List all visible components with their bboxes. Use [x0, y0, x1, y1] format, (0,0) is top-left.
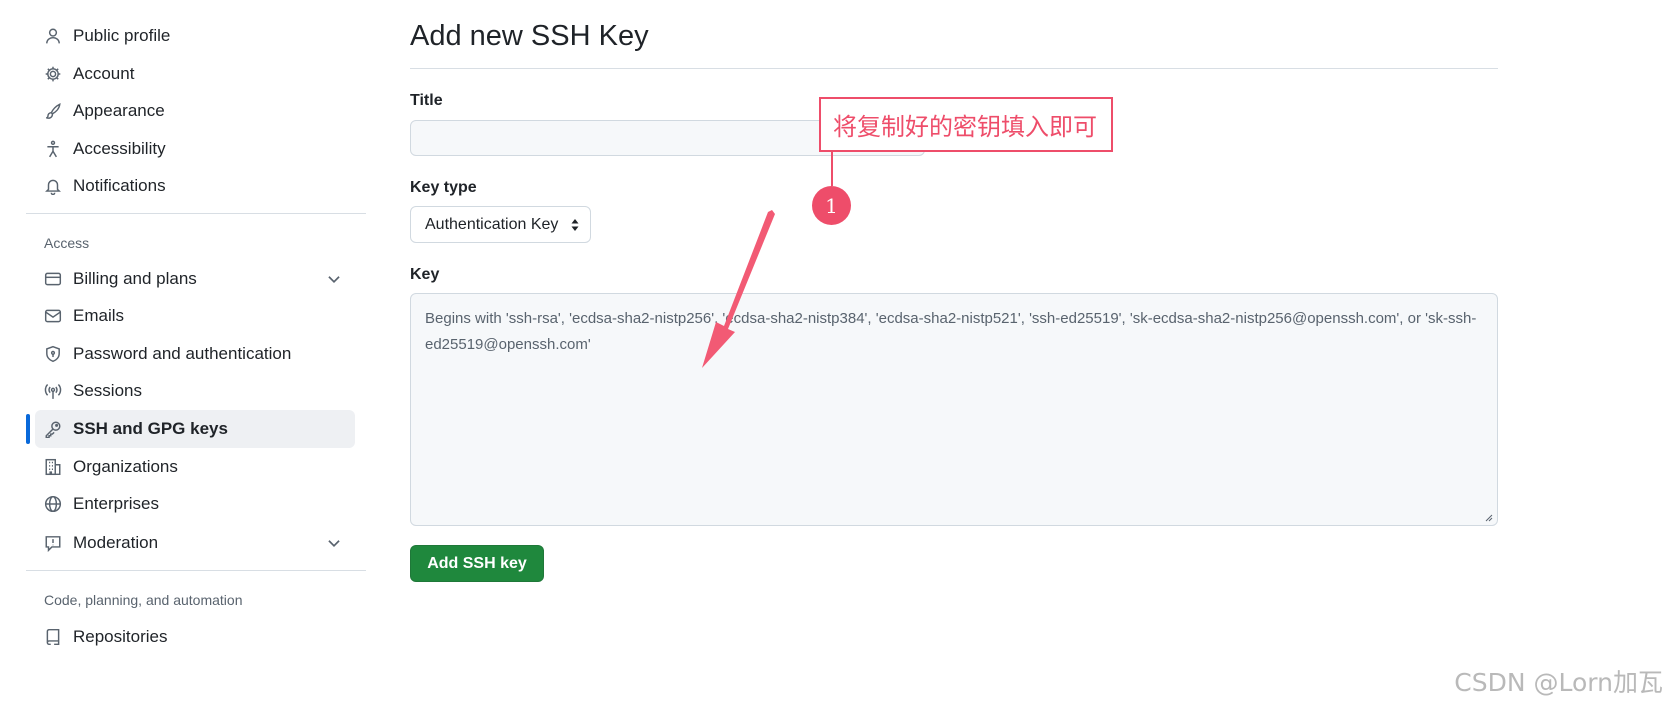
mail-icon — [43, 306, 63, 326]
sidebar-item-label: Appearance — [73, 101, 165, 120]
sidebar-item-emails[interactable]: Emails — [35, 297, 355, 335]
globe-icon — [43, 494, 63, 514]
sidebar-item-appearance[interactable]: Appearance — [35, 92, 355, 130]
sidebar-item-accessibility[interactable]: Accessibility — [35, 130, 355, 168]
select-updown-icon — [571, 219, 579, 231]
sidebar-item-repositories[interactable]: Repositories — [35, 618, 355, 656]
gear-icon — [43, 64, 63, 84]
sidebar-item-label: Organizations — [73, 457, 178, 476]
annotation-callout: 将复制好的密钥填入即可 — [819, 97, 1113, 152]
key-icon — [43, 419, 63, 439]
annotation-connector — [831, 152, 833, 186]
shield-lock-icon — [43, 344, 63, 364]
broadcast-icon — [43, 381, 63, 401]
sidebar-item-billing[interactable]: Billing and plans — [35, 260, 355, 298]
report-icon — [43, 533, 63, 553]
person-icon — [43, 26, 63, 46]
sidebar-item-label: Accessibility — [73, 139, 166, 158]
sidebar-item-account[interactable]: Account — [35, 55, 355, 93]
bell-icon — [43, 176, 63, 196]
resize-grip-icon[interactable] — [1483, 512, 1493, 522]
chevron-down-icon[interactable] — [325, 534, 343, 552]
annotation-marker: 1 — [812, 186, 851, 225]
sidebar-item-notifications[interactable]: Notifications — [35, 167, 355, 205]
sidebar-item-label: Sessions — [73, 381, 142, 400]
active-indicator — [26, 414, 30, 444]
chevron-down-icon[interactable] — [325, 270, 343, 288]
sidebar-item-moderation[interactable]: Moderation — [35, 524, 355, 562]
repo-icon — [43, 627, 63, 647]
sidebar-item-label: Notifications — [73, 176, 166, 195]
watermark: CSDN @Lorn加瓦 — [1454, 668, 1663, 697]
sidebar-item-password-authentication[interactable]: Password and authentication — [35, 335, 355, 373]
page-title: Add new SSH Key — [410, 20, 649, 52]
sidebar-item-label: Moderation — [73, 533, 159, 552]
sidebar-item-label: Enterprises — [73, 494, 159, 513]
organization-icon — [43, 457, 63, 477]
title-label: Title — [410, 92, 443, 109]
sidebar-divider — [26, 213, 366, 214]
credit-card-icon — [43, 269, 63, 289]
sidebar-item-label: Account — [73, 64, 135, 83]
sidebar-item-enterprises[interactable]: Enterprises — [35, 485, 355, 523]
title-divider — [410, 68, 1498, 69]
key-textarea[interactable]: Begins with 'ssh-rsa', 'ecdsa-sha2-nistp… — [410, 293, 1498, 526]
accessibility-icon — [43, 139, 63, 159]
sidebar-item-label: SSH and GPG keys — [73, 419, 228, 438]
sidebar-divider — [26, 570, 366, 571]
key-type-label: Key type — [410, 179, 477, 196]
sidebar-item-public-profile[interactable]: Public profile — [35, 17, 355, 55]
sidebar-item-label: Password and authentication — [73, 344, 292, 363]
sidebar-section-title-access: Access — [44, 235, 90, 251]
sidebar-item-label: Repositories — [73, 627, 168, 646]
sidebar-item-label: Public profile — [73, 26, 171, 45]
key-type-selected-value: Authentication Key — [425, 215, 559, 233]
sidebar-item-label: Emails — [73, 306, 125, 325]
add-ssh-key-button[interactable]: Add SSH key — [410, 545, 544, 582]
sidebar-item-sessions[interactable]: Sessions — [35, 372, 355, 410]
paintbrush-icon — [43, 101, 63, 121]
sidebar-item-label: Billing and plans — [73, 269, 197, 288]
annotation-arrow — [702, 210, 775, 368]
key-type-select[interactable]: Authentication Key — [410, 206, 591, 243]
key-label: Key — [410, 266, 440, 283]
key-placeholder: Begins with 'ssh-rsa', 'ecdsa-sha2-nistp… — [425, 310, 1477, 353]
sidebar-section-title-code: Code, planning, and automation — [44, 592, 243, 608]
sidebar-item-organizations[interactable]: Organizations — [35, 448, 355, 486]
sidebar-item-ssh-gpg-keys[interactable]: SSH and GPG keys — [35, 410, 355, 448]
